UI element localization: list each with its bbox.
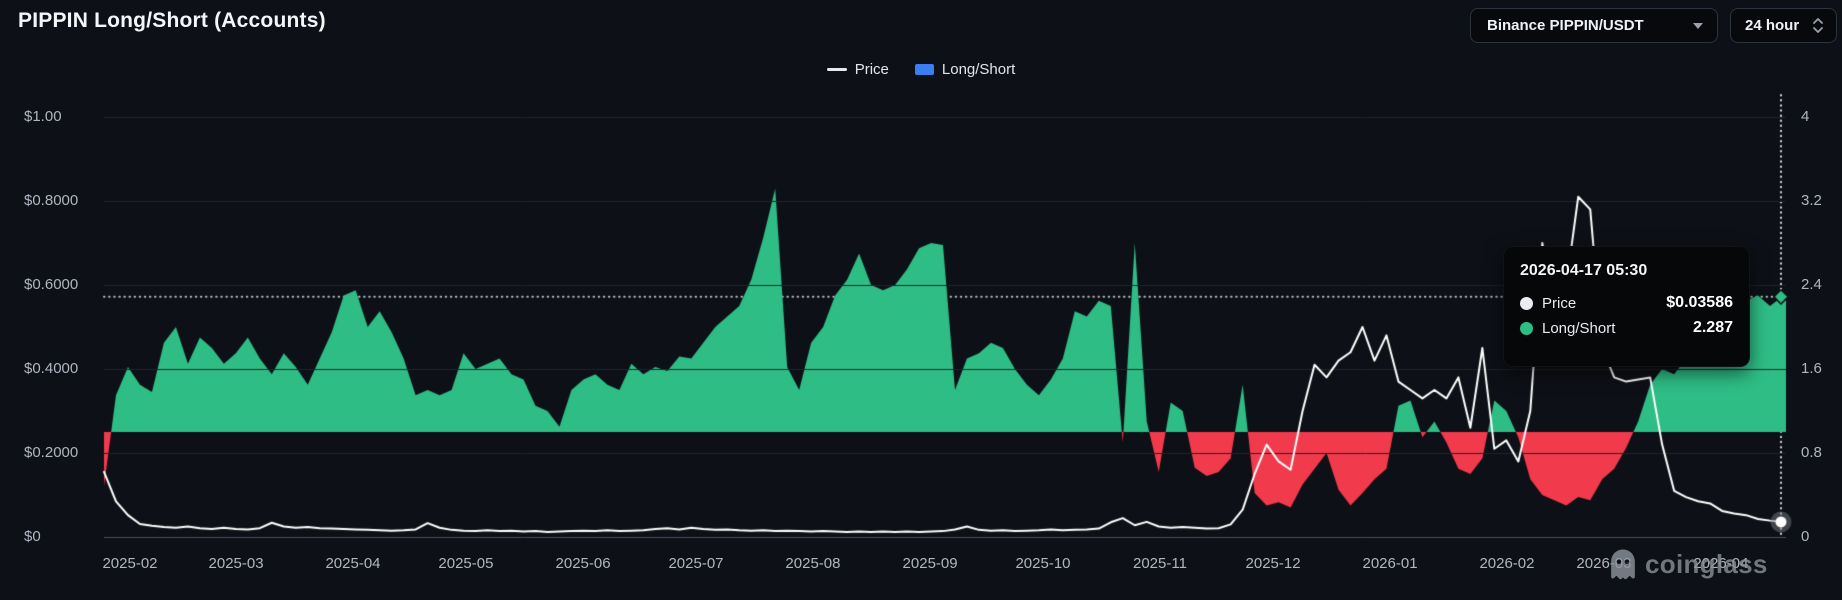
x-axis-tick: 2025-03 bbox=[209, 555, 264, 572]
x-axis-tick: 2026-02 bbox=[1479, 555, 1534, 572]
x-axis-tick: 2025-07 bbox=[668, 555, 723, 572]
left-axis-tick: $0 bbox=[24, 528, 41, 545]
tooltip-row-price: Price $0.03586 bbox=[1520, 294, 1733, 312]
chart-tooltip: 2026-04-17 05:30 Price $0.03586 Long/Sho… bbox=[1503, 246, 1750, 367]
x-axis-tick: 2025-06 bbox=[556, 555, 611, 572]
left-axis-tick: $0.2000 bbox=[24, 444, 78, 461]
tooltip-price-value: $0.03586 bbox=[1666, 294, 1733, 312]
pair-select[interactable]: Binance PIPPIN/USDT bbox=[1470, 8, 1718, 43]
long-short-marker-icon bbox=[1520, 322, 1533, 335]
tooltip-long-short-label: Long/Short bbox=[1542, 320, 1615, 337]
left-axis-tick: $0.8000 bbox=[24, 192, 78, 209]
right-axis-tick: 0.8 bbox=[1801, 444, 1822, 461]
x-axis-tick: 2025-11 bbox=[1133, 555, 1187, 572]
select-arrows-icon bbox=[1812, 17, 1824, 34]
tooltip-timestamp: 2026-04-17 05:30 bbox=[1520, 262, 1733, 280]
coinglass-ghost-icon bbox=[1608, 548, 1638, 581]
x-axis-tick: 2025-02 bbox=[102, 555, 157, 572]
pair-select-value: Binance PIPPIN/USDT bbox=[1487, 17, 1644, 34]
left-axis-tick: $0.6000 bbox=[24, 276, 78, 293]
x-axis-tick: 2025-08 bbox=[785, 555, 840, 572]
right-axis-tick: 1.6 bbox=[1801, 360, 1822, 377]
coinglass-watermark-text: coinglass bbox=[1645, 549, 1768, 580]
chevron-down-icon bbox=[1693, 23, 1703, 29]
legend-price-label: Price bbox=[855, 61, 889, 78]
right-axis-tick: 0 bbox=[1801, 528, 1809, 545]
long-short-bar-icon bbox=[915, 64, 934, 75]
tooltip-long-short-value: 2.287 bbox=[1693, 319, 1733, 337]
x-axis-tick: 2025-09 bbox=[903, 555, 958, 572]
right-axis-tick: 3.2 bbox=[1801, 192, 1822, 209]
coinglass-watermark: coinglass bbox=[1608, 548, 1768, 581]
interval-select[interactable]: 24 hour bbox=[1730, 8, 1837, 43]
left-axis-tick: $1.00 bbox=[24, 108, 62, 125]
legend-item-price[interactable]: Price bbox=[827, 61, 889, 78]
x-axis-tick: 2025-05 bbox=[438, 555, 493, 572]
right-axis-tick: 4 bbox=[1801, 108, 1809, 125]
right-axis-tick: 2.4 bbox=[1801, 276, 1822, 293]
legend-item-long-short[interactable]: Long/Short bbox=[915, 61, 1015, 78]
tooltip-row-long-short: Long/Short 2.287 bbox=[1520, 319, 1733, 337]
long-short-chart-page: PIPPIN Long/Short (Accounts) Binance PIP… bbox=[0, 0, 1842, 600]
x-axis-tick: 2025-04 bbox=[325, 555, 380, 572]
legend-long-short-label: Long/Short bbox=[942, 61, 1015, 78]
page-title: PIPPIN Long/Short (Accounts) bbox=[18, 9, 326, 33]
interval-select-value: 24 hour bbox=[1745, 17, 1799, 34]
x-axis-tick: 2026-01 bbox=[1362, 555, 1417, 572]
tooltip-price-label: Price bbox=[1542, 295, 1576, 312]
left-axis-tick: $0.4000 bbox=[24, 360, 78, 377]
price-line-icon bbox=[827, 68, 847, 71]
chart-legend: Price Long/Short bbox=[0, 61, 1842, 78]
x-axis-tick: 2025-10 bbox=[1015, 555, 1070, 572]
price-marker-icon bbox=[1520, 297, 1533, 310]
x-axis-tick: 2025-12 bbox=[1246, 555, 1301, 572]
